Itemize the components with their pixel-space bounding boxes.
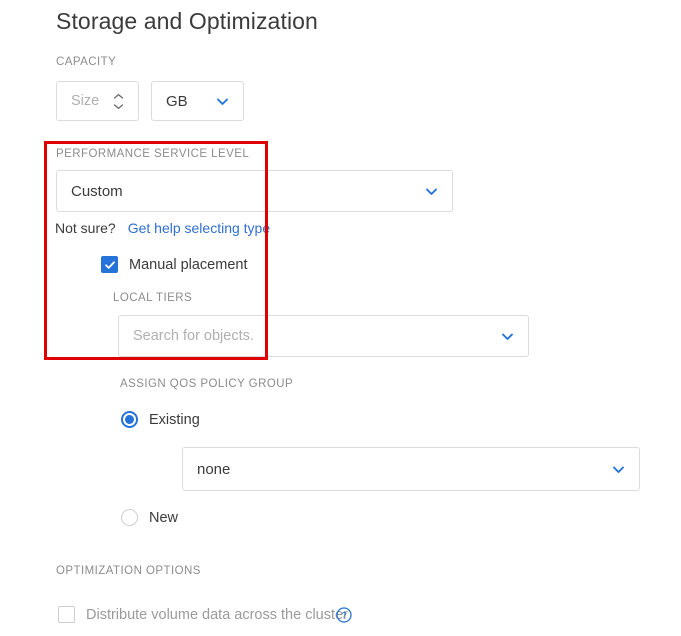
chevron-down-icon[interactable]	[501, 330, 514, 343]
manual-placement-checkbox-row[interactable]: Manual placement	[101, 256, 248, 273]
capacity-unit-dropdown[interactable]: GB	[151, 81, 244, 121]
distribute-volume-data-label: Distribute volume data across the cluste…	[86, 607, 348, 623]
chevron-down-icon[interactable]	[216, 95, 229, 108]
local-tiers-label: LOCAL TIERS	[113, 292, 192, 304]
local-tiers-search-input[interactable]: Search for objects.	[118, 315, 529, 357]
qos-existing-policy-value: none	[183, 461, 230, 478]
chevron-down-icon[interactable]	[425, 185, 438, 198]
assign-qos-policy-group-label: ASSIGN QOS POLICY GROUP	[120, 378, 293, 390]
storage-and-optimization-panel: Storage and Optimization CAPACITY Size G…	[0, 0, 681, 636]
qos-option-new[interactable]: New	[121, 509, 178, 526]
help-prompt-text: Not sure?	[55, 220, 116, 236]
radio-new-icon[interactable]	[121, 509, 138, 526]
qos-option-new-label: New	[149, 510, 178, 526]
distribute-volume-data-checkbox-row[interactable]: Distribute volume data across the cluste…	[58, 606, 348, 623]
svg-text:?: ?	[341, 611, 346, 622]
size-input-placeholder: Size	[57, 93, 99, 109]
optimization-options-label: OPTIMIZATION OPTIONS	[56, 565, 201, 577]
manual-placement-label: Manual placement	[129, 257, 248, 273]
question-circle-icon[interactable]: ?	[336, 607, 352, 623]
performance-service-level-value: Custom	[57, 183, 123, 200]
help-prompt-row: Not sure? Get help selecting type	[55, 220, 270, 236]
size-input[interactable]: Size	[56, 81, 139, 121]
capacity-unit-value: GB	[152, 93, 188, 110]
local-tiers-placeholder: Search for objects.	[119, 328, 254, 344]
qos-option-existing[interactable]: Existing	[121, 411, 200, 428]
distribute-volume-data-checkbox[interactable]	[58, 606, 75, 623]
spinner-up-down-icon[interactable]	[113, 91, 124, 111]
chevron-down-icon[interactable]	[612, 463, 625, 476]
radio-existing-icon[interactable]	[121, 411, 138, 428]
capacity-label: CAPACITY	[56, 56, 116, 68]
manual-placement-checkbox[interactable]	[101, 256, 118, 273]
get-help-selecting-type-link[interactable]: Get help selecting type	[128, 220, 270, 236]
qos-option-existing-label: Existing	[149, 412, 200, 428]
qos-existing-policy-dropdown[interactable]: none	[182, 447, 640, 491]
performance-service-level-dropdown[interactable]: Custom	[56, 170, 453, 212]
page-title: Storage and Optimization	[56, 8, 318, 35]
performance-service-level-label: PERFORMANCE SERVICE LEVEL	[56, 148, 249, 160]
